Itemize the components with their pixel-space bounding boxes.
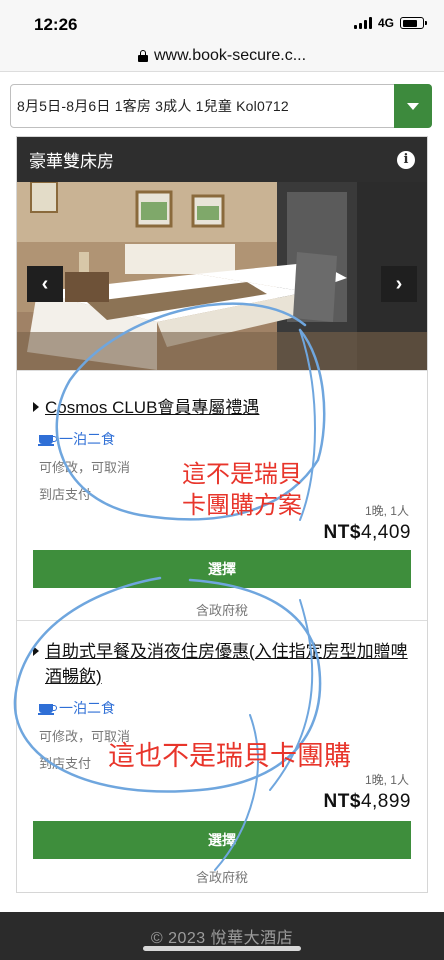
- tax-note: 含政府稅: [195, 870, 248, 885]
- nights-guests: 1晚, 1人: [364, 773, 409, 787]
- home-indicator[interactable]: [143, 946, 301, 951]
- select-button[interactable]: 選擇: [33, 821, 411, 859]
- plan-title[interactable]: 自助式早餐及消夜住房優惠(入住指定房型加贈啤酒暢飲): [33, 639, 411, 689]
- room-header: 豪華雙床房 i: [17, 137, 427, 182]
- signal-icon: [353, 17, 372, 29]
- booking-summary-text: 8月5日-8月6日 1客房 3成人 1兒童 Kol0712: [17, 98, 289, 114]
- room-photo-illustration: [17, 182, 427, 370]
- price: NT$4,409: [324, 522, 411, 544]
- status-time: 12:26: [34, 15, 78, 34]
- address-bar[interactable]: www.book-secure.c...: [0, 40, 444, 72]
- nights-guests: 1晚, 1人: [364, 504, 409, 518]
- annotation-text: 這不是瑞貝: [182, 460, 302, 488]
- chevron-down-icon: [407, 102, 419, 110]
- annotation-text: 卡團購方案: [182, 491, 302, 519]
- price-amount: 4,409: [360, 522, 411, 543]
- coffee-cup-icon: [38, 434, 57, 446]
- select-button[interactable]: 選擇: [33, 550, 411, 588]
- price-amount: 4,899: [360, 791, 411, 812]
- price: NT$4,899: [324, 791, 411, 813]
- info-icon[interactable]: i: [397, 150, 415, 169]
- tax-note: 含政府稅: [195, 603, 248, 618]
- battery-icon: [400, 17, 427, 29]
- annotation-note-1: 這不是瑞貝 卡團購方案: [182, 459, 302, 521]
- plan-title[interactable]: Cosmos CLUB會員專屬禮遇: [33, 395, 411, 420]
- coffee-cup-icon: [38, 703, 57, 715]
- status-bar: 12:26 4G: [0, 0, 444, 40]
- lock-icon: [137, 49, 148, 62]
- chevron-right-icon: ›: [395, 272, 403, 295]
- room-photo: ‹ ›: [17, 182, 427, 370]
- dropdown-toggle-button[interactable]: [394, 84, 432, 128]
- meal-plan: 一泊二食: [38, 429, 411, 449]
- annotation-note-2: 這也不是瑞貝卡團購: [108, 741, 351, 772]
- meal-label: 一泊二食: [59, 431, 115, 447]
- copyright-text: © 2023 悅華大酒店: [150, 930, 294, 947]
- booking-summary-selector[interactable]: 8月5日-8月6日 1客房 3成人 1兒童 Kol0712: [10, 84, 432, 128]
- meal-plan: 一泊二食: [38, 698, 411, 718]
- meal-label: 一泊二食: [59, 700, 115, 716]
- footer: © 2023 悅華大酒店: [0, 912, 444, 960]
- previous-photo-button[interactable]: ‹: [27, 266, 63, 302]
- status-indicators: 4G: [353, 16, 427, 30]
- price-currency: NT$: [323, 522, 361, 543]
- room-name: 豪華雙床房: [29, 152, 114, 171]
- next-photo-button[interactable]: ›: [381, 266, 417, 302]
- price-currency: NT$: [323, 791, 361, 812]
- chevron-left-icon: ‹: [41, 272, 49, 295]
- url-text: www.book-secure.c...: [153, 46, 307, 64]
- network-type: 4G: [377, 16, 394, 30]
